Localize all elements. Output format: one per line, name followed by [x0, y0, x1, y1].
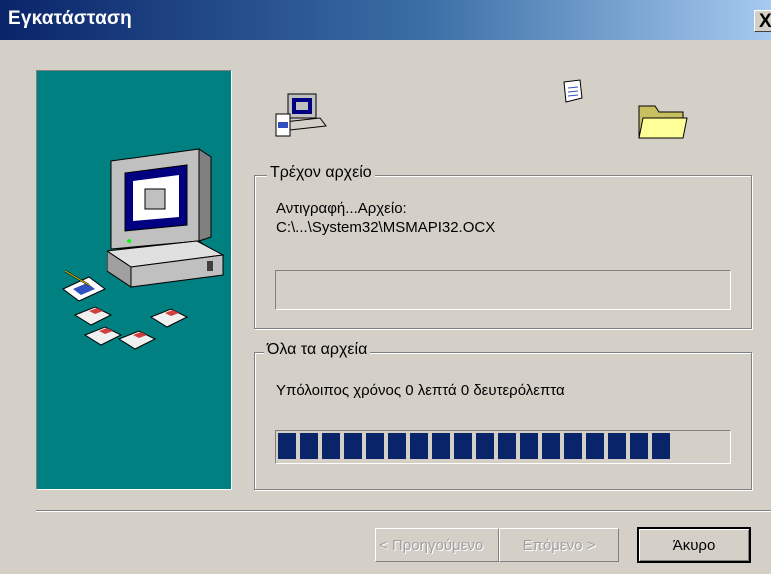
progress-block — [366, 433, 384, 459]
all-files-progress-bar — [275, 430, 731, 464]
progress-block — [652, 433, 670, 459]
progress-fill — [278, 433, 670, 459]
back-button[interactable]: < Προηγούμενο — [375, 528, 499, 562]
current-file-progress-bar — [275, 270, 731, 310]
progress-block — [388, 433, 406, 459]
progress-block — [454, 433, 472, 459]
flying-paper-icon — [563, 79, 583, 103]
cancel-button[interactable]: Άκυρο — [637, 527, 751, 563]
progress-block — [564, 433, 582, 459]
progress-block — [432, 433, 450, 459]
progress-block — [542, 433, 560, 459]
progress-block — [586, 433, 604, 459]
progress-block — [608, 433, 626, 459]
setup-illustration-panel — [36, 70, 232, 490]
all-files-legend: Όλα τα αρχεία — [264, 341, 371, 359]
window-title: Εγκατάσταση — [8, 8, 132, 29]
progress-block — [498, 433, 516, 459]
current-file-path: C:\...\System32\MSMAPI32.OCX — [276, 219, 496, 236]
floppy-disk-icon — [117, 330, 157, 350]
setup-dialog: Εγκατάσταση X Τρέχον αρχείο Αντιγραφή...… — [0, 0, 771, 574]
separator — [36, 510, 771, 512]
close-button[interactable]: X — [754, 10, 771, 32]
next-button[interactable]: Επόμενο > — [499, 528, 619, 562]
progress-block — [476, 433, 494, 459]
remaining-time-text: Υπόλοιπος χρόνος 0 λεπτά 0 δευτερόλεπτα — [276, 382, 565, 399]
progress-block — [300, 433, 318, 459]
folder-icon — [638, 105, 688, 139]
base-unit-icon — [107, 240, 225, 288]
progress-block — [520, 433, 538, 459]
progress-block — [344, 433, 362, 459]
all-files-group — [254, 352, 752, 490]
progress-block — [630, 433, 648, 459]
title-bar[interactable]: Εγκατάσταση X — [0, 0, 771, 40]
progress-block — [322, 433, 340, 459]
current-file-legend: Τρέχον αρχείο — [267, 164, 375, 182]
setup-computer-icon — [275, 93, 327, 137]
progress-block — [410, 433, 428, 459]
current-file-action: Αντιγραφή...Αρχείο: — [276, 200, 407, 217]
progress-block — [278, 433, 296, 459]
